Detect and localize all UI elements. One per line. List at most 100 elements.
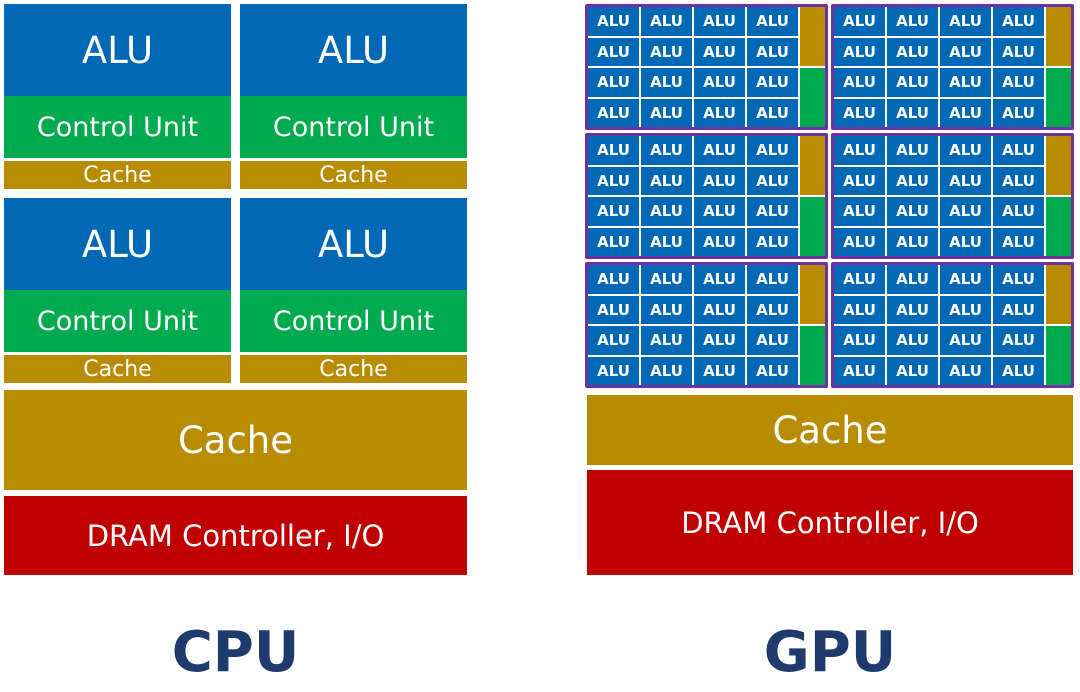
gpu-sm-block: ALU ALU ALU ALU ALU ALU ALU ALU ALU ALU ALU ALU ALU A…	[585, 262, 828, 388]
gpu-alu: ALU	[834, 136, 885, 165]
gpu-sm-block: ALU ALU ALU ALU ALU ALU ALU ALU ALU ALU ALU ALU ALU A…	[585, 133, 828, 259]
cpu-title: CPU	[171, 619, 300, 685]
gpu-alu: ALU	[993, 265, 1044, 294]
gpu-alu: ALU	[694, 265, 745, 294]
cpu-core-control-unit: Control Unit	[4, 290, 231, 352]
gpu-alu: ALU	[993, 37, 1044, 66]
gpu-alu: ALU	[641, 326, 692, 355]
cpu-shared-cache: Cache	[4, 390, 467, 490]
gpu-shared-cache: Cache	[587, 395, 1073, 465]
gpu-title: GPU	[763, 619, 897, 685]
gpu-alu: ALU	[993, 356, 1044, 385]
gpu-alu: ALU	[641, 356, 692, 385]
gpu-alu: ALU	[887, 136, 938, 165]
gpu-alu: ALU	[887, 37, 938, 66]
gpu-alu: ALU	[887, 166, 938, 195]
gpu-sm-control-unit	[1046, 197, 1071, 256]
gpu-alu: ALU	[588, 197, 639, 226]
gpu-alu: ALU	[940, 356, 991, 385]
gpu-sm-side	[800, 136, 825, 256]
gpu-alu: ALU	[887, 326, 938, 355]
gpu-alu: ALU	[588, 326, 639, 355]
gpu-alu: ALU	[747, 7, 798, 36]
gpu-alu: ALU	[993, 7, 1044, 36]
gpu-alu: ALU	[834, 295, 885, 324]
gpu-sm-side	[800, 7, 825, 127]
gpu-alu: ALU	[940, 136, 991, 165]
gpu-alu: ALU	[641, 136, 692, 165]
gpu-sm-cache	[800, 136, 825, 195]
gpu-alu: ALU	[641, 295, 692, 324]
gpu-alu: ALU	[747, 166, 798, 195]
gpu-alu: ALU	[694, 7, 745, 36]
gpu-alu: ALU	[694, 98, 745, 127]
gpu-alu: ALU	[747, 227, 798, 256]
gpu-alu: ALU	[747, 98, 798, 127]
gpu-alu: ALU	[641, 7, 692, 36]
gpu-alu: ALU	[940, 166, 991, 195]
gpu-sm-alu-grid: ALU ALU ALU ALU ALU ALU ALU ALU ALU ALU ALU ALU ALU A…	[834, 136, 1044, 256]
cpu-core-control-unit: Control Unit	[4, 96, 231, 158]
gpu-alu: ALU	[747, 136, 798, 165]
gpu-dram-controller: DRAM Controller, I/O	[587, 470, 1073, 575]
gpu-alu: ALU	[747, 68, 798, 97]
gpu-alu: ALU	[834, 326, 885, 355]
gpu-alu: ALU	[940, 7, 991, 36]
gpu-alu: ALU	[993, 295, 1044, 324]
gpu-alu: ALU	[588, 37, 639, 66]
cpu-core-cache: Cache	[240, 161, 467, 189]
gpu-alu: ALU	[588, 356, 639, 385]
gpu-sm-cache	[1046, 7, 1071, 66]
gpu-alu: ALU	[834, 7, 885, 36]
gpu-alu: ALU	[940, 37, 991, 66]
gpu-alu: ALU	[940, 227, 991, 256]
gpu-sm-cache	[1046, 265, 1071, 324]
cpu-core-alu: ALU	[240, 198, 467, 290]
gpu-alu: ALU	[993, 197, 1044, 226]
gpu-alu: ALU	[694, 197, 745, 226]
cpu-core-alu: ALU	[4, 4, 231, 96]
gpu-alu: ALU	[588, 295, 639, 324]
cpu-core-cache: Cache	[4, 355, 231, 383]
gpu-alu: ALU	[993, 98, 1044, 127]
gpu-sm-side	[800, 265, 825, 385]
gpu-alu: ALU	[993, 326, 1044, 355]
gpu-alu: ALU	[588, 265, 639, 294]
gpu-alu: ALU	[940, 197, 991, 226]
gpu-alu: ALU	[834, 227, 885, 256]
cpu-core-cache: Cache	[4, 161, 231, 189]
gpu-alu: ALU	[940, 98, 991, 127]
gpu-alu: ALU	[694, 37, 745, 66]
gpu-sm-alu-grid: ALU ALU ALU ALU ALU ALU ALU ALU ALU ALU ALU ALU ALU A…	[834, 7, 1044, 127]
gpu-alu: ALU	[993, 166, 1044, 195]
cpu-core-control-unit: Control Unit	[240, 290, 467, 352]
gpu-alu: ALU	[834, 265, 885, 294]
gpu-alu: ALU	[588, 136, 639, 165]
gpu-sm-control-unit	[1046, 326, 1071, 385]
gpu-alu: ALU	[887, 197, 938, 226]
cpu-core-alu: ALU	[240, 4, 467, 96]
gpu-alu: ALU	[993, 136, 1044, 165]
gpu-alu: ALU	[940, 295, 991, 324]
gpu-alu: ALU	[887, 227, 938, 256]
gpu-alu: ALU	[887, 98, 938, 127]
gpu-sm-block: ALU ALU ALU ALU ALU ALU ALU ALU ALU ALU ALU ALU ALU A…	[831, 262, 1074, 388]
gpu-alu: ALU	[694, 136, 745, 165]
gpu-alu: ALU	[940, 68, 991, 97]
gpu-sm-alu-grid: ALU ALU ALU ALU ALU ALU ALU ALU ALU ALU ALU ALU ALU A…	[588, 7, 798, 127]
gpu-alu: ALU	[834, 166, 885, 195]
gpu-alu: ALU	[641, 98, 692, 127]
gpu-sm-control-unit	[1046, 68, 1071, 127]
gpu-alu: ALU	[694, 68, 745, 97]
gpu-alu: ALU	[641, 265, 692, 294]
gpu-sm-control-unit	[800, 68, 825, 127]
gpu-sm-block: ALU ALU ALU ALU ALU ALU ALU ALU ALU ALU ALU ALU ALU A…	[831, 4, 1074, 130]
gpu-alu: ALU	[694, 227, 745, 256]
gpu-alu: ALU	[588, 68, 639, 97]
gpu-alu: ALU	[641, 166, 692, 195]
cpu-core-control-unit: Control Unit	[240, 96, 467, 158]
gpu-alu: ALU	[694, 166, 745, 195]
cpu-dram-controller: DRAM Controller, I/O	[4, 496, 467, 575]
gpu-sm-cache	[800, 265, 825, 324]
gpu-alu: ALU	[834, 37, 885, 66]
